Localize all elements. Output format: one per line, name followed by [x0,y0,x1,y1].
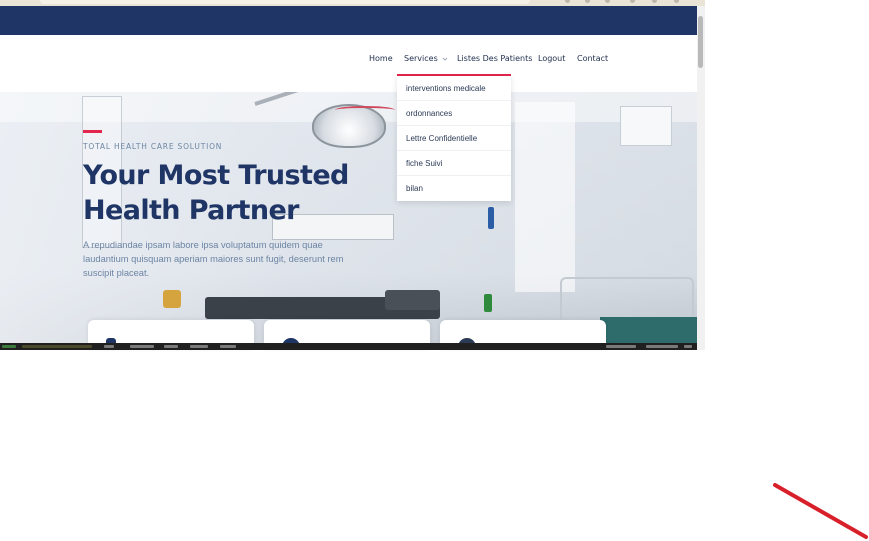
annotation-red-line [773,483,868,539]
annotation-overlay [773,483,868,539]
